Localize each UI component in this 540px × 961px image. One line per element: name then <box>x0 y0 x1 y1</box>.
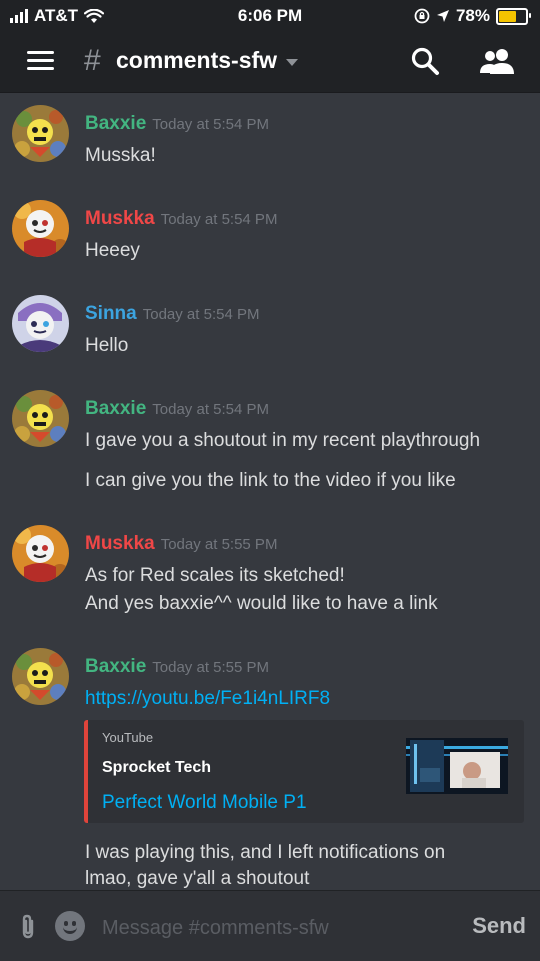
message-timestamp: Today at 5:54 PM <box>152 401 270 418</box>
battery-fill <box>499 10 517 22</box>
author-name[interactable]: Baxxie <box>85 398 146 419</box>
embed-author[interactable]: Sprocket Tech <box>102 759 211 777</box>
avatar[interactable] <box>12 200 69 257</box>
chevron-down-icon[interactable] <box>286 59 298 66</box>
message-timestamp: Today at 5:55 PM <box>152 659 270 676</box>
link-embed[interactable]: YouTube Sprocket Tech Perfect World Mobi… <box>84 720 524 823</box>
avatar[interactable] <box>12 105 69 162</box>
message-text: Hello <box>85 335 129 356</box>
avatar[interactable] <box>12 295 69 352</box>
menu-icon[interactable] <box>27 51 54 73</box>
message-author[interactable]: Sinna Today at 5:54 PM <box>85 303 259 325</box>
message-text: Musska! <box>85 145 156 166</box>
message-input[interactable] <box>100 910 444 946</box>
message-text: I was playing this, and I left notificat… <box>85 842 446 863</box>
search-icon[interactable] <box>410 46 440 76</box>
channel-hash-icon: # <box>84 44 101 77</box>
message-text: I can give you the link to the video if … <box>85 470 456 491</box>
battery-percent: 78% <box>455 6 490 25</box>
message-text: And yes baxxie^^ would like to have a li… <box>85 593 438 614</box>
author-name[interactable]: Sinna <box>85 303 137 324</box>
message-timestamp: Today at 5:54 PM <box>152 116 270 133</box>
location-icon <box>436 10 449 22</box>
embed-thumbnail[interactable] <box>406 738 508 794</box>
avatar[interactable] <box>12 648 69 705</box>
status-bar: AT&T 6:06 PM 78% <box>0 0 540 32</box>
emoji-icon[interactable] <box>55 911 85 941</box>
message-author[interactable]: Muskka Today at 5:54 PM <box>85 208 277 230</box>
message-link[interactable]: https://youtu.be/Fe1i4nLIRF8 <box>85 688 330 710</box>
channel-header: # comments-sfw <box>0 32 540 93</box>
battery-icon <box>496 7 531 25</box>
message-author[interactable]: Baxxie Today at 5:54 PM <box>85 398 269 420</box>
message-text: I gave you a shoutout in my recent playt… <box>85 430 481 451</box>
message-composer: Send <box>0 890 540 961</box>
message-timestamp: Today at 5:54 PM <box>142 306 260 323</box>
embed-title[interactable]: Perfect World Mobile P1 <box>102 792 307 814</box>
send-button[interactable]: Send <box>472 913 526 939</box>
author-name[interactable]: Baxxie <box>85 113 146 134</box>
avatar[interactable] <box>12 525 69 582</box>
attachment-icon[interactable] <box>18 913 38 941</box>
message-author[interactable]: Muskka Today at 5:55 PM <box>85 533 277 555</box>
author-name[interactable]: Baxxie <box>85 656 146 677</box>
members-icon[interactable] <box>478 46 516 76</box>
orientation-lock-icon <box>414 8 430 24</box>
message-author[interactable]: Baxxie Today at 5:54 PM <box>85 113 269 135</box>
channel-name[interactable]: comments-sfw <box>116 47 277 74</box>
message-list[interactable]: Baxxie Today at 5:54 PM Musska! Muskka Tod… <box>0 93 540 890</box>
status-right: 78% <box>414 6 531 26</box>
message-timestamp: Today at 5:54 PM <box>160 211 278 228</box>
message-timestamp: Today at 5:55 PM <box>160 536 278 553</box>
author-name[interactable]: Muskka <box>85 208 155 229</box>
author-name[interactable]: Muskka <box>85 533 155 554</box>
message-text: Heeey <box>85 240 140 261</box>
avatar[interactable] <box>12 390 69 447</box>
message-text: lmao, gave y'all a shoutout <box>85 868 310 889</box>
message-author[interactable]: Baxxie Today at 5:55 PM <box>85 656 269 678</box>
message-text: As for Red scales its sketched! <box>85 565 345 586</box>
embed-provider[interactable]: YouTube <box>102 730 153 745</box>
